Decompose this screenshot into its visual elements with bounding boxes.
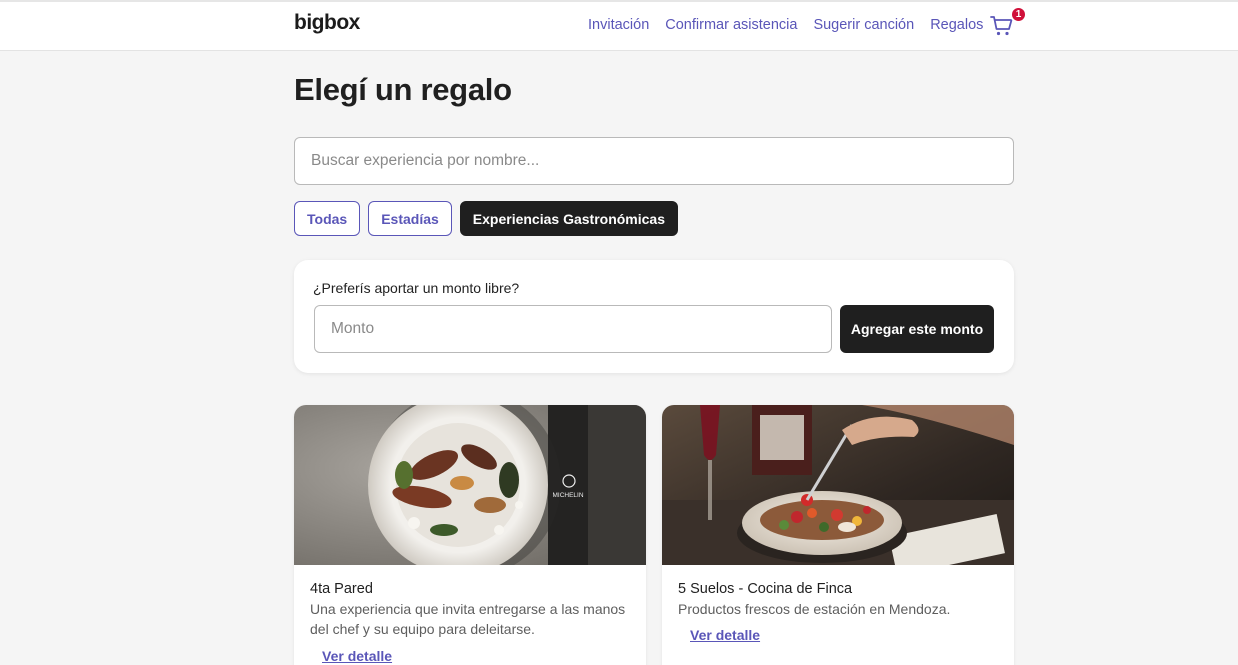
filter-experiencias-gastronomicas[interactable]: Experiencias Gastronómicas xyxy=(459,201,678,236)
experience-card-4ta-pared[interactable]: MICHELIN 4ta Pared Una experiencia que i… xyxy=(294,405,646,665)
main-nav: Invitación Confirmar asistencia Sugerir … xyxy=(588,17,999,33)
michelin-badge: MICHELIN xyxy=(552,492,583,499)
experience-image-4ta-pared: MICHELIN xyxy=(294,405,646,565)
free-amount-card: ¿Preferís aportar un monto libre? Agrega… xyxy=(294,260,1014,373)
amount-input[interactable] xyxy=(314,305,832,353)
ver-detalle-link[interactable]: Ver detalle xyxy=(690,627,760,643)
nav-regalos[interactable]: Regalos xyxy=(930,17,983,33)
card-title: 5 Suelos - Cocina de Finca xyxy=(678,581,853,597)
search-input[interactable] xyxy=(294,137,1014,185)
experience-image-5-suelos xyxy=(662,405,1014,565)
nav-sugerir-cancion[interactable]: Sugerir canción xyxy=(813,17,914,33)
card-description: Productos frescos de estación en Mendoza… xyxy=(678,601,951,617)
nav-confirmar-asistencia[interactable]: Confirmar asistencia xyxy=(665,17,797,33)
category-filters: Todas Estadías Experiencias Gastronómica… xyxy=(294,201,678,236)
cart-count-badge: 1 xyxy=(1010,6,1027,23)
ver-detalle-link[interactable]: Ver detalle xyxy=(322,648,392,664)
filter-todas[interactable]: Todas xyxy=(294,201,361,236)
nav-invitacion[interactable]: Invitación xyxy=(588,17,649,33)
page-title: Elegí un regalo xyxy=(294,72,512,107)
card-title: 4ta Pared xyxy=(310,581,373,597)
filter-estadias[interactable]: Estadías xyxy=(368,201,452,236)
card-description: Una experiencia que invita entregarse a … xyxy=(310,601,626,637)
top-navbar: bigbox Invitación Confirmar asistencia S… xyxy=(0,2,1238,51)
experience-card-5-suelos[interactable]: 5 Suelos - Cocina de Finca Productos fre… xyxy=(662,405,1014,665)
bigbox-logo[interactable]: bigbox xyxy=(294,11,360,35)
free-amount-label: ¿Preferís aportar un monto libre? xyxy=(313,280,520,296)
add-amount-button[interactable]: Agregar este monto xyxy=(840,305,994,353)
